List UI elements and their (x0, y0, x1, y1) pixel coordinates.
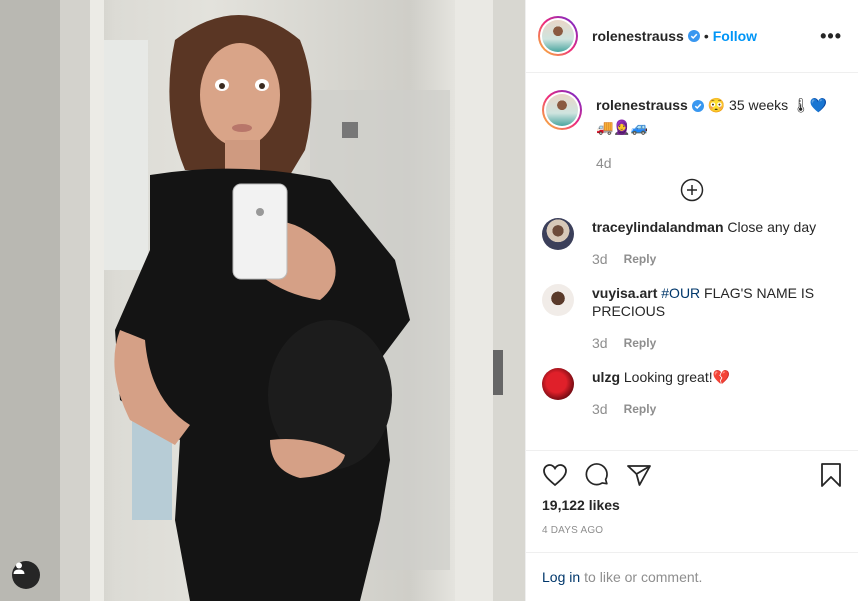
heart-icon[interactable] (542, 463, 568, 487)
load-more-comments-button[interactable] (542, 178, 842, 202)
post-actions-section: 19,122 likes 4 DAYS AGO (526, 450, 858, 552)
caption-avatar[interactable] (542, 90, 582, 130)
comment-avatar[interactable] (542, 368, 574, 400)
verified-badge-icon (687, 30, 700, 42)
reply-button[interactable]: Reply (624, 250, 657, 268)
reply-button[interactable]: Reply (624, 400, 657, 418)
comment-item: vuyisa.art #OUR FLAG'S NAME IS PRECIOUS … (542, 284, 842, 352)
login-prompt: Log in to like or comment. (526, 552, 858, 601)
follow-button[interactable]: Follow (713, 28, 757, 44)
post-photo[interactable] (0, 0, 525, 601)
load-more-comments-icon (680, 178, 704, 202)
comment-time[interactable]: 3d (592, 400, 608, 418)
action-bar (542, 451, 842, 499)
post-header: rolenestrauss • Follow ••• (526, 0, 858, 73)
photo-illustration (0, 0, 525, 601)
reply-button[interactable]: Reply (624, 334, 657, 352)
comment-username[interactable]: ulzg (592, 369, 620, 385)
caption-text: 😳 35 weeks 🌡💙 (707, 97, 828, 113)
author-username[interactable]: rolenestrauss (592, 28, 684, 44)
header-separator: • (703, 28, 709, 44)
login-link[interactable]: Log in (542, 569, 580, 585)
comment-username[interactable]: traceylindalandman (592, 219, 724, 235)
comments-list[interactable]: rolenestrauss 😳 35 weeks 🌡💙 🚚🧕🚙 4d trace… (526, 74, 858, 450)
caption: rolenestrauss 😳 35 weeks 🌡💙 🚚🧕🚙 4d (542, 90, 842, 174)
comment-username[interactable]: vuyisa.art (592, 285, 657, 301)
comment-avatar[interactable] (542, 218, 574, 250)
post-date[interactable]: 4 DAYS AGO (542, 525, 842, 536)
comment-time[interactable]: 3d (592, 250, 608, 268)
user-tag-icon (13, 562, 25, 574)
caption-username[interactable]: rolenestrauss (596, 97, 688, 113)
caption-time[interactable]: 4d (596, 152, 827, 174)
user-tag-button[interactable] (12, 561, 40, 589)
author-avatar[interactable] (538, 16, 578, 56)
comment-avatar[interactable] (542, 284, 574, 316)
post-detail-panel: rolenestrauss • Follow ••• rolenestrauss… (525, 0, 858, 601)
verified-badge-icon (691, 100, 704, 112)
caption-text-line2: 🚚🧕🚙 (596, 119, 649, 135)
bookmark-icon[interactable] (820, 462, 842, 488)
comment-item: ulzg Looking great!💔 3d Reply (542, 368, 842, 418)
likes-count[interactable]: 19,122 likes (542, 497, 842, 513)
login-prompt-text: to like or comment. (584, 569, 703, 585)
comment-item: traceylindalandman Close any day 3d Repl… (542, 218, 842, 268)
more-options-icon[interactable]: ••• (820, 26, 842, 47)
comment-time[interactable]: 3d (592, 334, 608, 352)
share-icon[interactable] (626, 463, 652, 487)
comment-hashtag[interactable]: #OUR (661, 285, 700, 301)
comment-icon[interactable] (584, 463, 610, 487)
comment-text: Looking great!💔 (623, 369, 731, 385)
comment-text: Close any day (727, 219, 817, 235)
